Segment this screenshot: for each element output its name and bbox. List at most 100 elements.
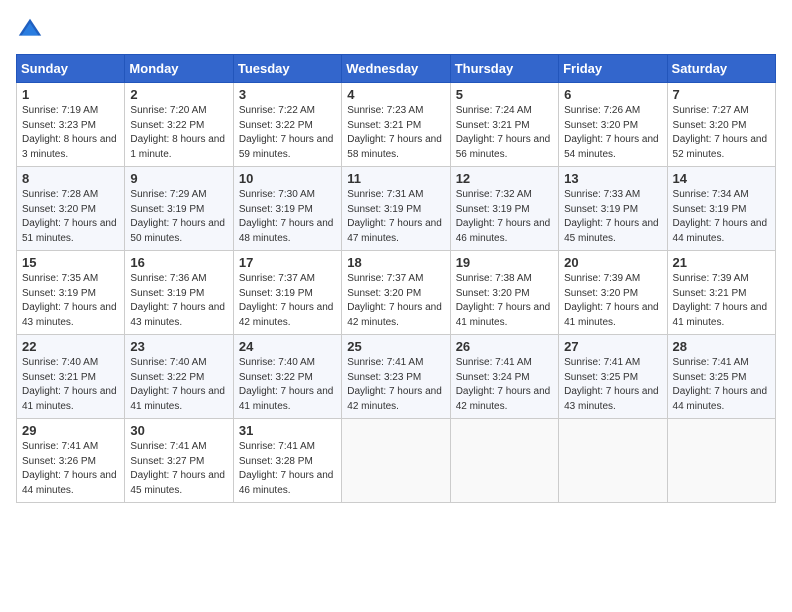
- day-number: 20: [564, 255, 661, 270]
- weekday-header-tuesday: Tuesday: [233, 55, 341, 83]
- day-number: 26: [456, 339, 553, 354]
- calendar-cell: 31Sunrise: 7:41 AMSunset: 3:28 PMDayligh…: [233, 419, 341, 503]
- day-info: Sunrise: 7:35 AMSunset: 3:19 PMDaylight:…: [22, 272, 119, 330]
- sunset: Sunset: 3:19 PM: [347, 204, 421, 215]
- daylight-label: Daylight: 7 hours and 43 minutes.: [130, 302, 225, 328]
- sunrise: Sunrise: 7:38 AM: [456, 273, 532, 284]
- day-number: 2: [130, 87, 227, 102]
- sunset: Sunset: 3:22 PM: [130, 372, 204, 383]
- day-info: Sunrise: 7:31 AMSunset: 3:19 PMDaylight:…: [347, 188, 444, 246]
- day-info: Sunrise: 7:28 AMSunset: 3:20 PMDaylight:…: [22, 188, 119, 246]
- weekday-header-sunday: Sunday: [17, 55, 125, 83]
- calendar-cell: 2 Sunrise: 7:20 AMSunset: 3:22 PMDaylight…: [125, 83, 233, 167]
- sunrise: Sunrise: 7:35 AM: [22, 273, 98, 284]
- sunrise: Sunrise: 7:33 AM: [564, 189, 640, 200]
- day-info: Sunrise: 7:22 AMSunset: 3:22 PMDaylight:…: [239, 104, 336, 162]
- sunset: Sunset: 3:21 PM: [456, 120, 530, 131]
- calendar-cell: 26Sunrise: 7:41 AMSunset: 3:24 PMDayligh…: [450, 335, 558, 419]
- day-info: Sunrise: 7:40 AMSunset: 3:22 PMDaylight:…: [130, 356, 227, 414]
- day-info: Sunrise: 7:41 AMSunset: 3:23 PMDaylight:…: [347, 356, 444, 414]
- daylight-label: Daylight: 7 hours and 42 minutes.: [347, 386, 442, 412]
- calendar-cell: [559, 419, 667, 503]
- day-number: 3: [239, 87, 336, 102]
- sunset: Sunset: 3:20 PM: [673, 120, 747, 131]
- day-number: 8: [22, 171, 119, 186]
- sunset: Sunset: 3:19 PM: [239, 204, 313, 215]
- sunrise: Sunrise: 7:23 AM: [347, 105, 423, 116]
- day-number: 23: [130, 339, 227, 354]
- calendar-cell: 11Sunrise: 7:31 AMSunset: 3:19 PMDayligh…: [342, 167, 450, 251]
- day-number: 7: [673, 87, 770, 102]
- sunrise: Sunrise: 7:40 AM: [239, 357, 315, 368]
- calendar-week-2: 8 Sunrise: 7:28 AMSunset: 3:20 PMDaylight…: [17, 167, 776, 251]
- sunset: Sunset: 3:20 PM: [347, 288, 421, 299]
- daylight-label: Daylight: 7 hours and 41 minutes.: [564, 302, 659, 328]
- sunset: Sunset: 3:19 PM: [130, 204, 204, 215]
- sunrise: Sunrise: 7:26 AM: [564, 105, 640, 116]
- sunrise: Sunrise: 7:24 AM: [456, 105, 532, 116]
- day-info: Sunrise: 7:29 AMSunset: 3:19 PMDaylight:…: [130, 188, 227, 246]
- sunset: Sunset: 3:28 PM: [239, 456, 313, 467]
- calendar-cell: 7Sunrise: 7:27 AMSunset: 3:20 PMDaylight…: [667, 83, 775, 167]
- daylight-label: Daylight: 7 hours and 46 minutes.: [456, 218, 551, 244]
- day-number: 1: [22, 87, 119, 102]
- day-info: Sunrise: 7:37 AMSunset: 3:20 PMDaylight:…: [347, 272, 444, 330]
- sunrise: Sunrise: 7:37 AM: [239, 273, 315, 284]
- day-number: 21: [673, 255, 770, 270]
- sunset: Sunset: 3:21 PM: [673, 288, 747, 299]
- day-number: 19: [456, 255, 553, 270]
- calendar-cell: 17Sunrise: 7:37 AMSunset: 3:19 PMDayligh…: [233, 251, 341, 335]
- day-info: Sunrise: 7:32 AMSunset: 3:19 PMDaylight:…: [456, 188, 553, 246]
- calendar: SundayMondayTuesdayWednesdayThursdayFrid…: [16, 54, 776, 503]
- day-info: Sunrise: 7:23 AMSunset: 3:21 PMDaylight:…: [347, 104, 444, 162]
- sunset: Sunset: 3:19 PM: [456, 204, 530, 215]
- day-info: Sunrise: 7:34 AMSunset: 3:19 PMDaylight:…: [673, 188, 770, 246]
- daylight-label: Daylight: 7 hours and 59 minutes.: [239, 134, 334, 160]
- calendar-cell: 1Sunrise: 7:19 AMSunset: 3:23 PMDaylight…: [17, 83, 125, 167]
- daylight-label: Daylight: 7 hours and 45 minutes.: [130, 470, 225, 496]
- calendar-cell: [667, 419, 775, 503]
- day-info: Sunrise: 7:39 AMSunset: 3:21 PMDaylight:…: [673, 272, 770, 330]
- day-number: 12: [456, 171, 553, 186]
- sunset: Sunset: 3:20 PM: [456, 288, 530, 299]
- calendar-cell: 29Sunrise: 7:41 AMSunset: 3:26 PMDayligh…: [17, 419, 125, 503]
- calendar-week-4: 22Sunrise: 7:40 AMSunset: 3:21 PMDayligh…: [17, 335, 776, 419]
- sunrise: Sunrise: 7:30 AM: [239, 189, 315, 200]
- day-number: 16: [130, 255, 227, 270]
- sunset: Sunset: 3:27 PM: [130, 456, 204, 467]
- sunset: Sunset: 3:23 PM: [347, 372, 421, 383]
- day-info: Sunrise: 7:20 AMSunset: 3:22 PMDaylight:…: [130, 104, 227, 162]
- calendar-cell: 24Sunrise: 7:40 AMSunset: 3:22 PMDayligh…: [233, 335, 341, 419]
- daylight-label: Daylight: 8 hours and 3 minutes.: [22, 134, 117, 160]
- day-number: 29: [22, 423, 119, 438]
- day-info: Sunrise: 7:24 AMSunset: 3:21 PMDaylight:…: [456, 104, 553, 162]
- daylight-label: Daylight: 7 hours and 42 minutes.: [347, 302, 442, 328]
- calendar-cell: 4Sunrise: 7:23 AMSunset: 3:21 PMDaylight…: [342, 83, 450, 167]
- daylight-label: Daylight: 7 hours and 44 minutes.: [673, 218, 768, 244]
- calendar-cell: 16Sunrise: 7:36 AMSunset: 3:19 PMDayligh…: [125, 251, 233, 335]
- daylight-label: Daylight: 7 hours and 41 minutes.: [130, 386, 225, 412]
- sunrise: Sunrise: 7:20 AM: [130, 105, 206, 116]
- daylight-label: Daylight: 8 hours and 1 minute.: [130, 134, 225, 160]
- day-info: Sunrise: 7:41 AMSunset: 3:27 PMDaylight:…: [130, 440, 227, 498]
- sunrise: Sunrise: 7:27 AM: [673, 105, 749, 116]
- sunrise: Sunrise: 7:28 AM: [22, 189, 98, 200]
- day-info: Sunrise: 7:26 AMSunset: 3:20 PMDaylight:…: [564, 104, 661, 162]
- header: [16, 16, 776, 44]
- calendar-cell: 28Sunrise: 7:41 AMSunset: 3:25 PMDayligh…: [667, 335, 775, 419]
- day-info: Sunrise: 7:40 AMSunset: 3:22 PMDaylight:…: [239, 356, 336, 414]
- calendar-cell: [450, 419, 558, 503]
- sunset: Sunset: 3:24 PM: [456, 372, 530, 383]
- day-number: 14: [673, 171, 770, 186]
- sunrise: Sunrise: 7:41 AM: [673, 357, 749, 368]
- weekday-header-wednesday: Wednesday: [342, 55, 450, 83]
- sunset: Sunset: 3:25 PM: [673, 372, 747, 383]
- day-number: 18: [347, 255, 444, 270]
- sunset: Sunset: 3:22 PM: [239, 120, 313, 131]
- sunset: Sunset: 3:20 PM: [564, 120, 638, 131]
- calendar-cell: 22Sunrise: 7:40 AMSunset: 3:21 PMDayligh…: [17, 335, 125, 419]
- day-number: 6: [564, 87, 661, 102]
- sunset: Sunset: 3:19 PM: [239, 288, 313, 299]
- weekday-header-saturday: Saturday: [667, 55, 775, 83]
- calendar-cell: 18 Sunrise: 7:37 AMSunset: 3:20 PMDayligh…: [342, 251, 450, 335]
